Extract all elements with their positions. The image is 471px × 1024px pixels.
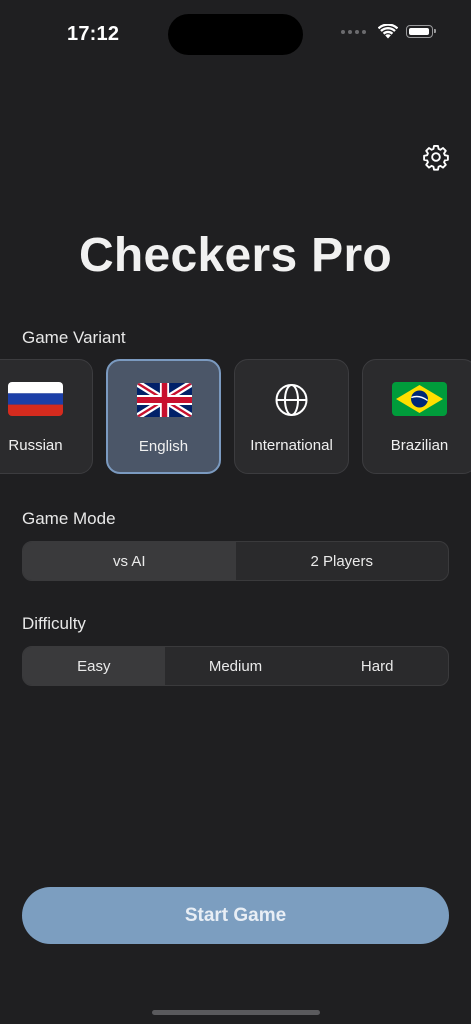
variant-carousel[interactable]: Russian English International Brazilian (0, 359, 471, 476)
variant-label: English (138, 438, 189, 455)
difficulty-medium-segment[interactable]: Medium (165, 647, 307, 685)
settings-gear-icon[interactable] (422, 143, 450, 171)
variant-card-english[interactable]: English (106, 359, 221, 474)
home-indicator[interactable] (152, 1010, 320, 1015)
game-mode-segmented-control[interactable]: vs AI 2 Players (22, 541, 449, 581)
variant-card-russian[interactable]: Russian (0, 359, 93, 474)
variant-label: International (250, 437, 333, 454)
start-game-button[interactable]: Start Game (22, 887, 449, 944)
signal-icon (341, 29, 366, 34)
variant-card-international[interactable]: International (234, 359, 349, 474)
status-icons (341, 24, 436, 39)
difficulty-hard-segment[interactable]: Hard (306, 647, 448, 685)
app-title: Checkers Pro (78, 229, 393, 282)
game-variant-label: Game Variant (22, 328, 126, 347)
dynamic-island (168, 14, 303, 55)
game-mode-label: Game Mode (22, 509, 116, 528)
wifi-icon (378, 24, 398, 39)
uk-flag-icon (137, 383, 192, 417)
variant-label: Brazilian (390, 437, 449, 454)
mode-two-players-segment[interactable]: 2 Players (236, 542, 449, 580)
difficulty-segmented-control[interactable]: Easy Medium Hard (22, 646, 449, 686)
variant-card-brazilian[interactable]: Brazilian (362, 359, 471, 474)
status-time: 17:12 (67, 23, 120, 45)
globe-icon (275, 384, 308, 416)
battery-icon (406, 25, 436, 38)
variant-label: Russian (8, 437, 63, 454)
mode-vs-ai-segment[interactable]: vs AI (23, 542, 236, 580)
russia-flag-icon (8, 382, 63, 416)
difficulty-easy-segment[interactable]: Easy (23, 647, 165, 685)
brazil-flag-icon (392, 382, 447, 416)
status-bar: 17:12 (0, 0, 471, 70)
difficulty-label: Difficulty (22, 614, 86, 633)
